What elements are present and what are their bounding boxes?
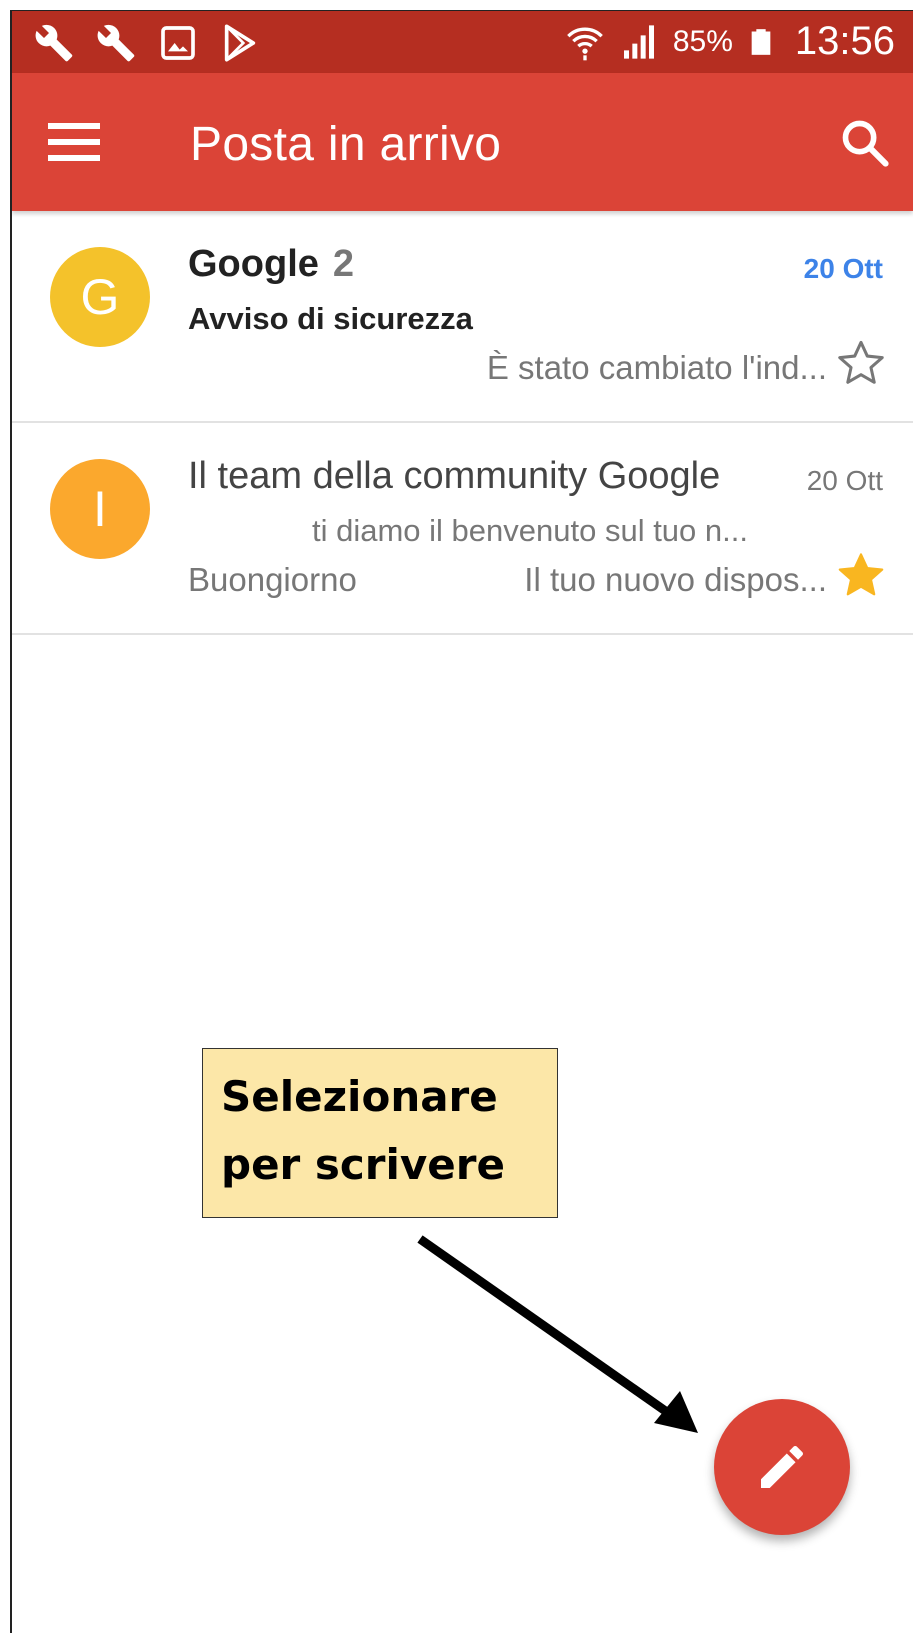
email-row[interactable]: I Il team della community Google 20 Ott … bbox=[12, 423, 913, 635]
wifi-icon bbox=[566, 27, 603, 60]
callout-line-1: Selezionare bbox=[221, 1072, 498, 1121]
play-store-icon bbox=[224, 24, 256, 62]
phone-screen: 85% 13:56 Posta in arrivo G Google 2 20 O… bbox=[10, 10, 913, 1633]
wrench-icon bbox=[35, 24, 73, 62]
battery-percent: 85% bbox=[672, 24, 733, 58]
avatar[interactable]: I bbox=[50, 459, 150, 559]
email-sender: Il team della community Google bbox=[188, 455, 721, 497]
email-date: 20 Ott bbox=[806, 465, 883, 496]
email-label: Buongiorno bbox=[188, 561, 357, 598]
email-snippet: È stato cambiato l'ind... bbox=[486, 349, 827, 386]
email-snippet: Il tuo nuovo dispos... bbox=[524, 561, 827, 598]
wrench-icon bbox=[97, 24, 135, 62]
pointer-arrow-icon bbox=[417, 1235, 698, 1433]
search-icon[interactable] bbox=[839, 117, 891, 169]
thread-count: 2 bbox=[332, 243, 355, 285]
compose-button[interactable] bbox=[714, 1399, 850, 1535]
image-icon bbox=[161, 26, 195, 60]
battery-icon bbox=[751, 28, 771, 55]
email-subject: Avviso di sicurezza bbox=[188, 301, 473, 336]
pencil-icon bbox=[761, 1445, 804, 1488]
status-bar: 85% 13:56 bbox=[12, 11, 913, 73]
email-subject: ti diamo il benvenuto sul tuo n... bbox=[312, 513, 748, 548]
sender-name: Google bbox=[188, 243, 319, 285]
page-title: Posta in arrivo bbox=[190, 118, 502, 171]
star-icon[interactable] bbox=[835, 337, 887, 389]
app-bar: Posta in arrivo bbox=[12, 73, 913, 211]
menu-icon[interactable] bbox=[48, 119, 100, 163]
email-sender: Google 2 bbox=[188, 243, 354, 286]
star-icon[interactable] bbox=[835, 549, 887, 601]
email-date: 20 Ott bbox=[803, 253, 883, 284]
signal-icon bbox=[623, 24, 654, 59]
callout-line-2: per scrivere bbox=[221, 1140, 505, 1189]
instruction-callout: Selezionare per scrivere bbox=[202, 1048, 558, 1218]
avatar[interactable]: G bbox=[50, 247, 150, 347]
clock-time: 13:56 bbox=[794, 19, 895, 63]
email-row[interactable]: G Google 2 20 Ott Avviso di sicurezza È s… bbox=[12, 211, 913, 423]
inbox-list: G Google 2 20 Ott Avviso di sicurezza È s… bbox=[12, 211, 913, 635]
